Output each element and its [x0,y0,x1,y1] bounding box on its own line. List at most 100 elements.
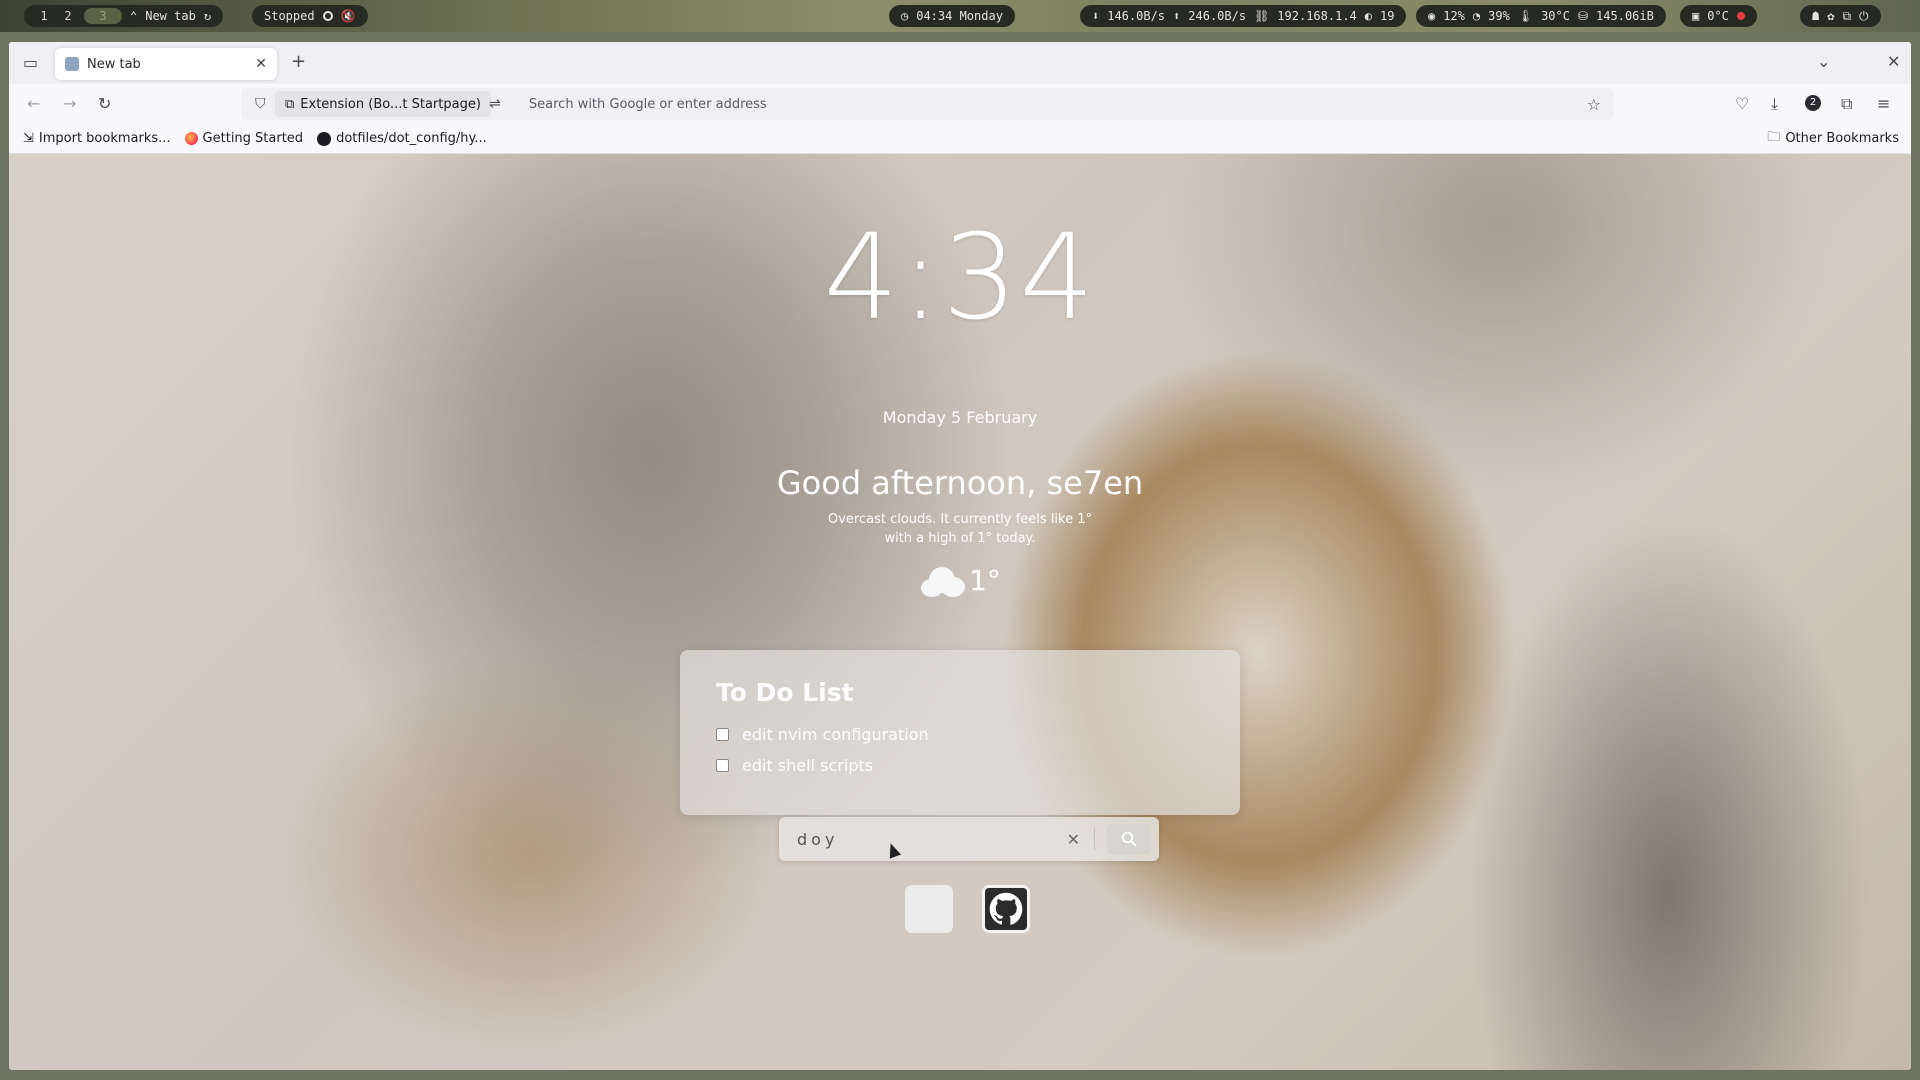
weather-bar-icon: ▣ [1692,9,1700,23]
tray-module[interactable]: ☗ ✿ ⧉ ⏻ [1800,5,1881,27]
current-temperature: 1° [969,564,1001,597]
new-tab-icon[interactable]: + [291,53,306,71]
cloud-icon [919,565,966,597]
github-icon [989,892,1023,925]
download-icon: ⬇ [1092,9,1100,23]
memory-icon: ◔ [1472,9,1481,23]
disk-free: 145.06iB [1596,9,1654,23]
extension-chip-label: Extension (Bo...t Startpage) [300,96,481,112]
search-input[interactable] [797,829,1067,849]
workspace-module: 1 2 3 ⌃ New tab ↻ [24,5,224,27]
other-bookmarks-label: Other Bookmarks [1785,131,1899,146]
todo-item-label: edit nvim configuration [742,725,929,744]
bookmark-label: Getting Started [202,131,304,146]
todo-item-label: edit shell scripts [742,756,874,775]
quick-link-blank[interactable] [905,885,953,933]
pocket-icon[interactable]: ♡ [1735,96,1749,112]
window-icon: ⌃ [130,9,138,23]
active-window-title: New tab [145,9,196,23]
disk-icon: ⛁ [1577,9,1589,23]
search-button[interactable] [1107,824,1151,854]
clock-text: 04:34 Monday [916,9,1003,23]
power-icon[interactable]: ⏻ [1859,9,1869,24]
back-icon[interactable]: ← [27,96,40,112]
signal-icon: ◐ [1364,9,1373,23]
menu-icon[interactable]: ≡ [1877,96,1890,112]
todo-checkbox[interactable] [716,759,729,772]
permissions-icon[interactable]: ⇌ [489,96,501,112]
workspace-3[interactable]: 3 [84,8,122,24]
bookmark-getting-started[interactable]: Getting Started [184,131,304,146]
other-bookmarks[interactable]: 🗀 Other Bookmarks [1767,128,1899,150]
todo-title: To Do List [716,678,854,707]
todo-card: To Do List edit nvim configuration edit … [680,650,1240,815]
navigation-bar: ← → ↻ ⛉ ⧉ Extension (Bo...t Startpage) ⇌… [9,84,1911,124]
tab-favicon-icon [65,57,79,71]
weather-temp: 0°C [1707,9,1729,23]
folder-icon: 🗀 [1767,129,1781,145]
puzzle-icon: ⧉ [285,96,295,112]
todo-item[interactable]: edit nvim configuration [716,725,1204,744]
tab-list-chevron-icon[interactable]: ⌄ [1817,54,1830,70]
quick-link-github[interactable] [982,885,1030,933]
bookmark-star-icon[interactable]: ☆ [1587,95,1601,114]
url-bar[interactable]: ⛉ ⧉ Extension (Bo...t Startpage) ⇌ ☆ [241,88,1613,120]
shield-icon[interactable]: ⛉ [255,96,266,112]
bookmarks-toolbar: ⇲ Import bookmarks... Getting Started do… [9,124,1911,154]
tab-overview-icon[interactable]: ▭ [23,55,38,71]
close-window-icon[interactable]: ✕ [1887,54,1900,70]
startpage-clock: 4:34 [823,208,1097,346]
weather-line-1: Overcast clouds. It currently feels like… [827,512,1093,527]
account-badge[interactable]: 2 [1805,95,1821,111]
close-tab-icon[interactable]: ✕ [255,56,267,72]
browser-window: ▭ New tab ✕ + ⌄ ✕ ← → ↻ ⛉ ⧉ Extension (B… [9,42,1911,1070]
media-module[interactable]: Stopped 🔇 [252,5,368,27]
net-up: 246.0B/s [1188,9,1247,23]
net-down: 146.0B/s [1107,9,1166,23]
clock-module[interactable]: ◷ 04:34 Monday [889,5,1015,27]
bookmark-label: Import bookmarks... [38,131,171,146]
bookmark-label: dotfiles/dot_config/hy... [336,131,487,146]
thermometer-icon: 🌡 [1517,9,1534,23]
import-icon: ⇲ [23,131,34,146]
memory-usage: 39% [1488,9,1510,23]
weather-module[interactable]: ▣ 0°C [1680,5,1757,27]
system-top-bar: 1 2 3 ⌃ New tab ↻ Stopped 🔇 ◷ 04:34 Mond… [0,0,1920,32]
network-module[interactable]: ⬇ 146.0B/s ⬆ 246.0B/s ⛓ 192.168.1.4 ◐ 19 [1080,5,1407,27]
tray-icon-3[interactable]: ⧉ [1842,9,1851,24]
system-stats-module[interactable]: ◉ 12% ◔ 39% 🌡 30°C ⛁ 145.06iB [1416,5,1666,27]
firefox-icon [184,132,198,145]
clock-icon: ◷ [901,9,909,23]
extensions-icon[interactable]: ⧉ [1841,96,1852,112]
refresh-icon: ↻ [203,9,212,23]
media-status: Stopped [264,9,315,23]
cpu-icon: ◉ [1428,9,1436,23]
todo-checkbox[interactable] [716,728,729,741]
extension-identity-chip[interactable]: ⧉ Extension (Bo...t Startpage) [275,91,491,117]
startpage-date: Monday 5 February [882,408,1038,427]
workspace-1[interactable]: 1 [36,9,52,23]
search-divider [1094,828,1095,850]
downloads-icon[interactable]: ⤓ [1771,96,1778,112]
reload-icon[interactable]: ↻ [98,96,111,112]
net-ip: 192.168.1.4 [1277,9,1357,23]
media-dot-icon [322,11,333,21]
net-signal: 19 [1380,9,1395,23]
url-input[interactable] [528,96,1587,112]
forward-icon[interactable]: → [63,96,76,112]
cpu-usage: 12% [1443,9,1465,23]
todo-item[interactable]: edit shell scripts [716,756,1204,775]
record-icon [1736,12,1745,20]
weather-current: 1° [9,564,1911,597]
search-box: ✕ [779,817,1159,861]
clear-search-icon[interactable]: ✕ [1067,830,1080,849]
bookmark-dotfiles[interactable]: dotfiles/dot_config/hy... [317,131,487,146]
tab-new-tab[interactable]: New tab ✕ [55,48,277,80]
tray-icon-1[interactable]: ☗ [1812,9,1819,23]
workspace-2[interactable]: 2 [60,9,76,23]
search-icon [1121,831,1137,847]
bookmark-import[interactable]: ⇲ Import bookmarks... [23,131,171,146]
tray-icon-2[interactable]: ✿ [1827,9,1834,23]
greeting: Good afternoon, se7en [776,464,1144,502]
tab-title: New tab [87,56,141,72]
